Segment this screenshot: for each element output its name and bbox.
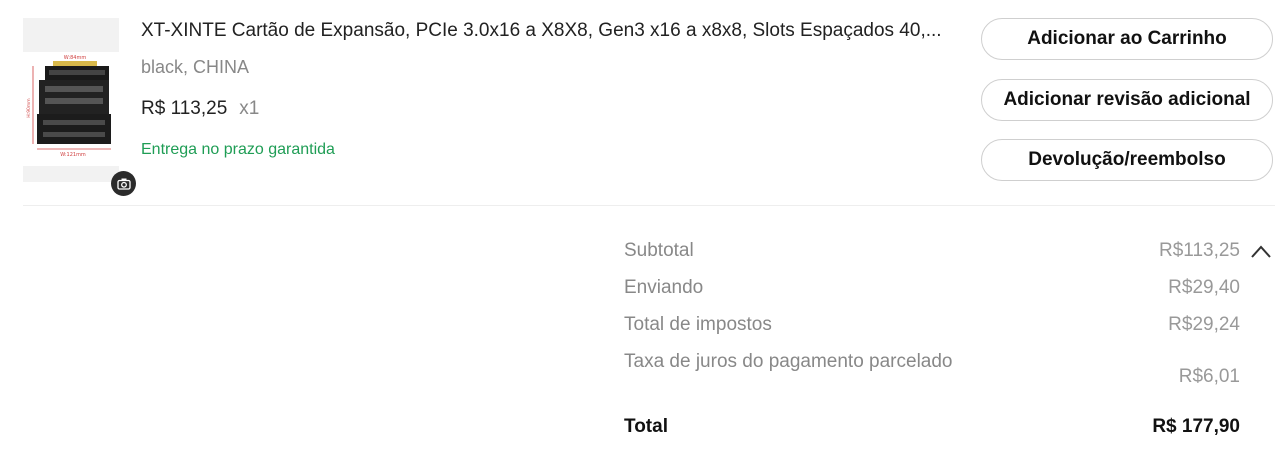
delivery-guarantee: Entrega no prazo garantida — [141, 141, 335, 158]
product-thumbnail[interactable]: W:84mm H:90mm W:121mm — [23, 18, 136, 196]
product-variant: black, CHINA — [141, 57, 250, 77]
product-quantity: x1 — [239, 98, 260, 119]
shipping-label: Enviando — [624, 277, 704, 298]
product-title[interactable]: XT-XINTE Cartão de Expansão, PCIe 3.0x16… — [141, 20, 951, 42]
subtotal-label: Subtotal — [624, 240, 694, 261]
camera-icon[interactable] — [111, 171, 136, 196]
total-label: Total — [624, 416, 668, 437]
subtotal-value: R$113,25 — [1159, 240, 1240, 261]
add-to-cart-button[interactable]: Adicionar ao Carrinho — [981, 18, 1273, 60]
product-image[interactable]: W:84mm H:90mm W:121mm — [23, 52, 119, 166]
chevron-up-icon[interactable] — [1249, 240, 1273, 264]
image-dimension-bottom: W:121mm — [60, 152, 86, 158]
product-price: R$ 113,25 — [141, 98, 228, 119]
image-dimension-top: W:84mm — [64, 55, 87, 61]
total-value: R$ 177,90 — [1152, 416, 1240, 437]
image-dimension-side: H:90mm — [26, 98, 32, 117]
shipping-value: R$29,40 — [1168, 277, 1240, 298]
tax-value: R$29,24 — [1168, 314, 1240, 335]
add-review-button[interactable]: Adicionar revisão adicional — [981, 79, 1273, 121]
refund-button[interactable]: Devolução/reembolso — [981, 139, 1273, 181]
installment-fee-label: Taxa de juros do pagamento parcelado — [624, 351, 953, 372]
installment-fee-value: R$6,01 — [1178, 366, 1240, 387]
section-divider — [23, 205, 1275, 206]
price-line: R$ 113,25 x1 — [141, 98, 259, 120]
tax-label: Total de impostos — [624, 314, 772, 335]
